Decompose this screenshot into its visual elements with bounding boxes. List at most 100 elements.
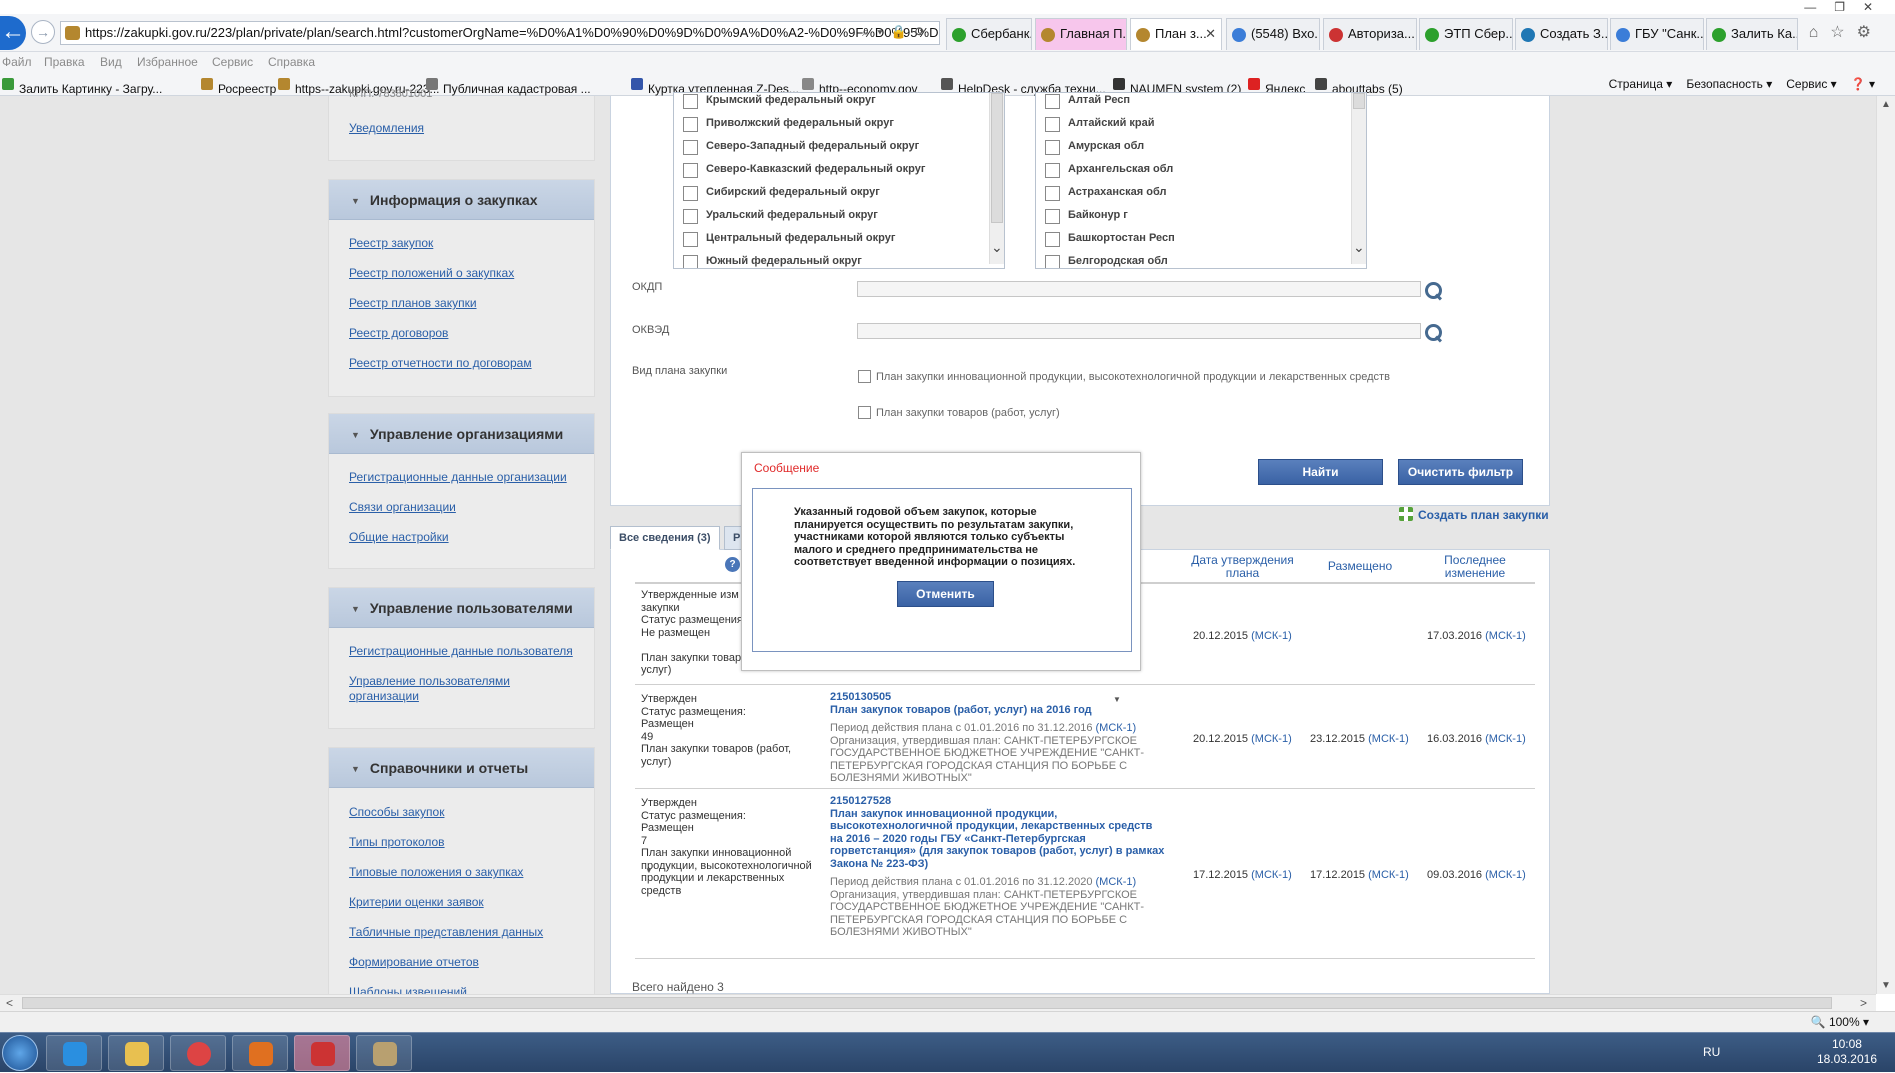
horizontal-scrollbar[interactable]: < > [0,994,1876,1011]
forward-button[interactable]: → [31,20,55,44]
col-placed[interactable]: Размещено [1310,560,1410,573]
expand-caret-icon[interactable]: ▼ [1113,695,1121,704]
home-star-gear-icons[interactable]: ⌂☆⚙ [1809,22,1883,42]
region-list-scrollbar[interactable]: ⌄ [1351,93,1366,264]
region-option[interactable]: Алтайский край [1036,112,1366,135]
find-button[interactable]: Найти [1258,459,1383,485]
browser-tab[interactable]: Сбербанк... [946,18,1032,50]
district-option[interactable]: Крымский федеральный округ [674,93,1004,112]
start-button[interactable] [2,1035,38,1071]
scroll-down-icon[interactable]: ⌄ [991,239,1003,256]
sidebar-link[interactable]: Связи организации [349,500,579,515]
scroll-thumb[interactable] [22,997,1832,1009]
section-header[interactable]: ▼ Справочники и отчеты [329,748,594,788]
region-option[interactable]: Амурская обл [1036,135,1366,158]
command-menu[interactable]: Безопасность ▾ [1686,77,1772,91]
favorite-link[interactable]: https--zakupki.gov.ru-223... [278,77,440,96]
favorite-link[interactable]: HelpDesk - служба техни... [941,77,1106,96]
sidebar-link[interactable]: Реестр отчетности по договорам [349,356,579,371]
region-list[interactable]: Алтай Респ Алтайский край Амурская обл Арха… [1035,92,1367,269]
favorite-link[interactable]: http--economy.gov [802,77,918,96]
vertical-scrollbar[interactable]: ▲ ▼ [1876,96,1895,994]
okved-input[interactable] [857,323,1421,339]
sidebar-link[interactable]: Реестр договоров [349,326,579,341]
plan-type-innovative-checkbox[interactable] [858,370,871,383]
section-header[interactable]: ▼ Управление пользователями [329,588,594,628]
plan-number-link[interactable]: 2150127528 [830,795,1165,808]
create-plan-link[interactable]: Создать план закупки [1399,507,1549,522]
sidebar-link[interactable]: Критерии оценки заявок [349,895,579,910]
district-option[interactable]: Северо-Кавказский федеральный округ [674,158,1004,181]
menu-item[interactable]: Файл [2,55,32,69]
zoom-level[interactable]: 🔍 100% ▾ [1811,1015,1869,1029]
taskbar-ie-icon[interactable] [46,1035,102,1071]
browser-tab[interactable]: ГБУ "Санк... [1610,18,1704,50]
region-option[interactable]: Архангельская обл [1036,158,1366,181]
taskbar-tool-icon[interactable] [356,1035,412,1071]
menu-item[interactable]: Избранное [137,55,198,69]
command-menu[interactable]: Страница ▾ [1609,77,1673,91]
help-icon[interactable]: ? [725,557,740,572]
sidebar-link[interactable]: Регистрационные данные организации [349,470,579,485]
language-indicator[interactable]: RU [1703,1045,1720,1059]
district-list-scrollbar[interactable]: ⌄ [989,93,1004,264]
sidebar-link[interactable]: Способы закупок [349,805,579,820]
menu-item[interactable]: Вид [100,55,122,69]
scroll-right-icon[interactable]: > [1860,996,1867,1010]
region-option[interactable]: Байконур г [1036,204,1366,227]
tab-all-info[interactable]: Все сведения (3) [610,526,720,550]
plan-type-goods-checkbox[interactable] [858,406,871,419]
menu-item[interactable]: Сервис [212,55,253,69]
favorite-link[interactable]: NAUMEN system (2) [1113,77,1241,96]
address-tools[interactable]: ⌕▾🔒⟳ [862,24,934,40]
browser-tab[interactable]: Главная П... [1035,18,1127,50]
region-option[interactable]: Астраханская обл [1036,181,1366,204]
section-header[interactable]: ▼ Информация о закупках [329,180,594,220]
browser-tab[interactable]: План з... ✕ [1130,18,1222,50]
expand-caret-icon[interactable]: ▼ [645,866,653,875]
sidebar-link[interactable]: Реестр положений о закупках [349,266,579,281]
region-option[interactable]: Алтай Респ [1036,93,1366,112]
district-option[interactable]: Приволжский федеральный округ [674,112,1004,135]
okved-search-icon[interactable] [1423,322,1443,342]
taskbar-chrome-icon[interactable] [170,1035,226,1071]
scroll-down-icon[interactable]: ⌄ [1353,239,1365,256]
browser-tab[interactable]: (5548) Вхо... [1226,18,1320,50]
browser-tab[interactable]: ЭТП Сбер... [1419,18,1513,50]
favorite-link[interactable]: Куртка утепленная Z-Des... [631,77,799,96]
sidebar-link[interactable]: Общие настройки [349,530,579,545]
browser-tab[interactable]: Залить Ка... [1706,18,1798,50]
address-bar[interactable]: https://zakupki.gov.ru/223/plan/private/… [60,21,940,45]
sidebar-link[interactable]: Управление пользователями организации [349,674,529,704]
region-option[interactable]: Белгородская обл [1036,250,1366,268]
section-header[interactable]: ▼ Управление организациями [329,414,594,454]
close-tab-icon[interactable]: ✕ [1205,19,1216,49]
menu-item[interactable]: Справка [268,55,315,69]
browser-tab[interactable]: Авториза... [1323,18,1417,50]
sidebar-link-notifications[interactable]: Уведомления [349,121,579,136]
clock[interactable]: 10:08 18.03.2016 [1817,1037,1877,1067]
district-list[interactable]: Крымский федеральный округ Приволжский фе… [673,92,1005,269]
command-menu[interactable]: Сервис ▾ [1786,77,1836,91]
favorite-link[interactable]: Яндекс [1248,77,1305,96]
back-button[interactable]: ← [0,16,26,50]
favorite-link[interactable]: Залить Картинку - Загру... [2,77,162,96]
window-controls[interactable]: —❐✕ [1804,0,1891,14]
region-option[interactable]: Башкортостан Респ [1036,227,1366,250]
favorite-link[interactable]: Росреестр [201,77,276,96]
col-last-changed[interactable]: Последнее изменение [1420,554,1530,580]
scroll-up-icon[interactable]: ▲ [1881,99,1891,110]
scroll-left-icon[interactable]: < [6,996,13,1010]
sidebar-link[interactable]: Реестр планов закупки [349,296,579,311]
sidebar-link[interactable]: Табличные представления данных [349,925,579,940]
menu-item[interactable]: Правка [44,55,85,69]
taskbar-scissors-icon[interactable] [294,1035,350,1071]
plan-title-link[interactable]: План закупок товаров (работ, услуг) на 2… [830,704,1165,717]
district-option[interactable]: Сибирский федеральный округ [674,181,1004,204]
sidebar-link[interactable]: Регистрационные данные пользователя [349,644,579,659]
browser-tab[interactable]: Создать З... [1515,18,1608,50]
sidebar-link[interactable]: Типы протоколов [349,835,579,850]
sidebar-link[interactable]: Формирование отчетов [349,955,579,970]
scroll-down-icon[interactable]: ▼ [1881,980,1891,991]
district-option[interactable]: Южный федеральный округ [674,250,1004,268]
